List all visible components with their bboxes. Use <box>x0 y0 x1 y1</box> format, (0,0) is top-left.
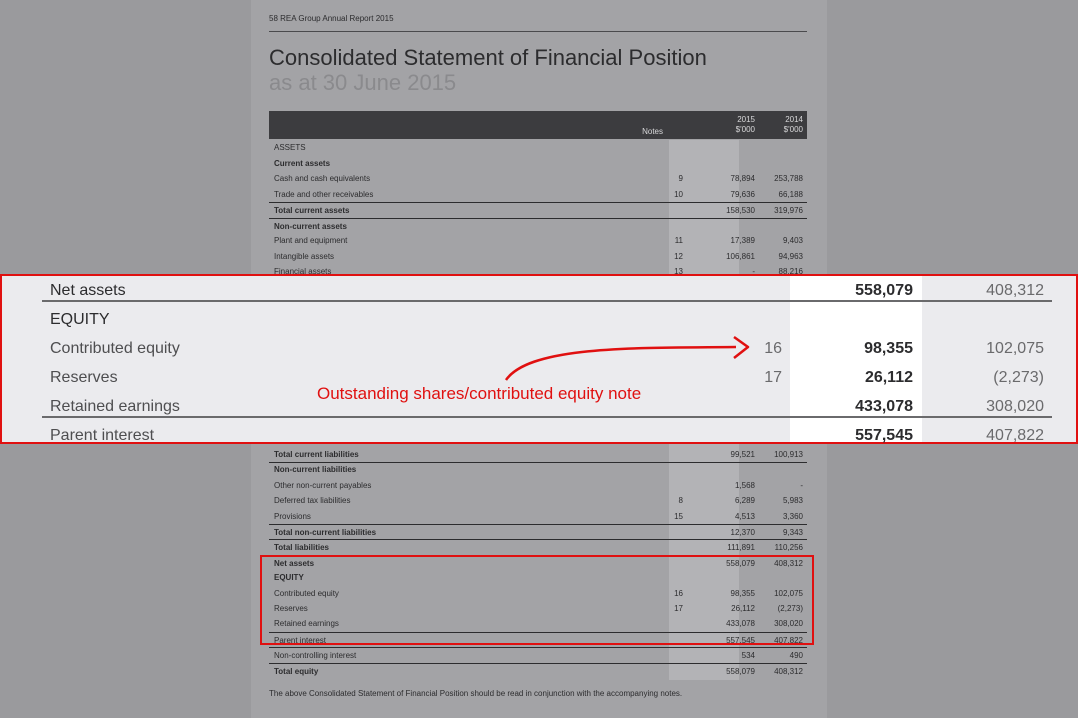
arrow-curve <box>504 345 737 381</box>
arrow-head <box>733 335 750 359</box>
annotation-arrow <box>504 335 750 381</box>
